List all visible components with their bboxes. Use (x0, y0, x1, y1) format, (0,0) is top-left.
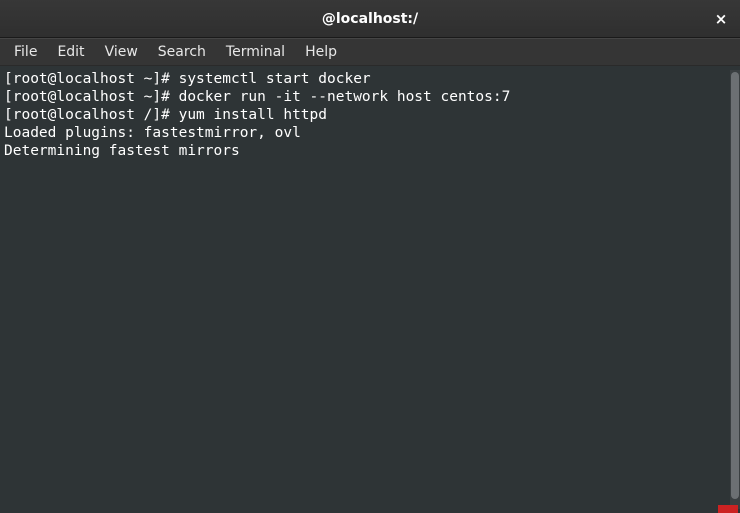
terminal-line: [root@localhost ~]# systemctl start dock… (4, 71, 371, 87)
terminal-line: [root@localhost ~]# docker run -it --net… (4, 89, 510, 105)
menubar: File Edit View Search Terminal Help (0, 38, 740, 66)
overflow-indicator (718, 505, 738, 513)
terminal-content[interactable]: [root@localhost ~]# systemctl start dock… (4, 70, 730, 509)
close-button[interactable]: × (710, 8, 732, 30)
close-icon: × (715, 10, 728, 28)
terminal-area[interactable]: [root@localhost ~]# systemctl start dock… (0, 66, 740, 513)
terminal-line: Determining fastest mirrors (4, 143, 240, 159)
terminal-line: [root@localhost /]# yum install httpd (4, 107, 327, 123)
titlebar[interactable]: @localhost:/ × (0, 0, 740, 38)
scrollbar-thumb[interactable] (731, 72, 739, 499)
terminal-line: Loaded plugins: fastestmirror, ovl (4, 125, 301, 141)
menu-view[interactable]: View (95, 40, 148, 64)
window-title: @localhost:/ (322, 11, 418, 27)
menu-search[interactable]: Search (148, 40, 216, 64)
menu-edit[interactable]: Edit (47, 40, 94, 64)
scrollbar[interactable] (730, 70, 740, 509)
menu-file[interactable]: File (4, 40, 47, 64)
menu-help[interactable]: Help (295, 40, 347, 64)
terminal-window: @localhost:/ × File Edit View Search Ter… (0, 0, 740, 513)
menu-terminal[interactable]: Terminal (216, 40, 295, 64)
